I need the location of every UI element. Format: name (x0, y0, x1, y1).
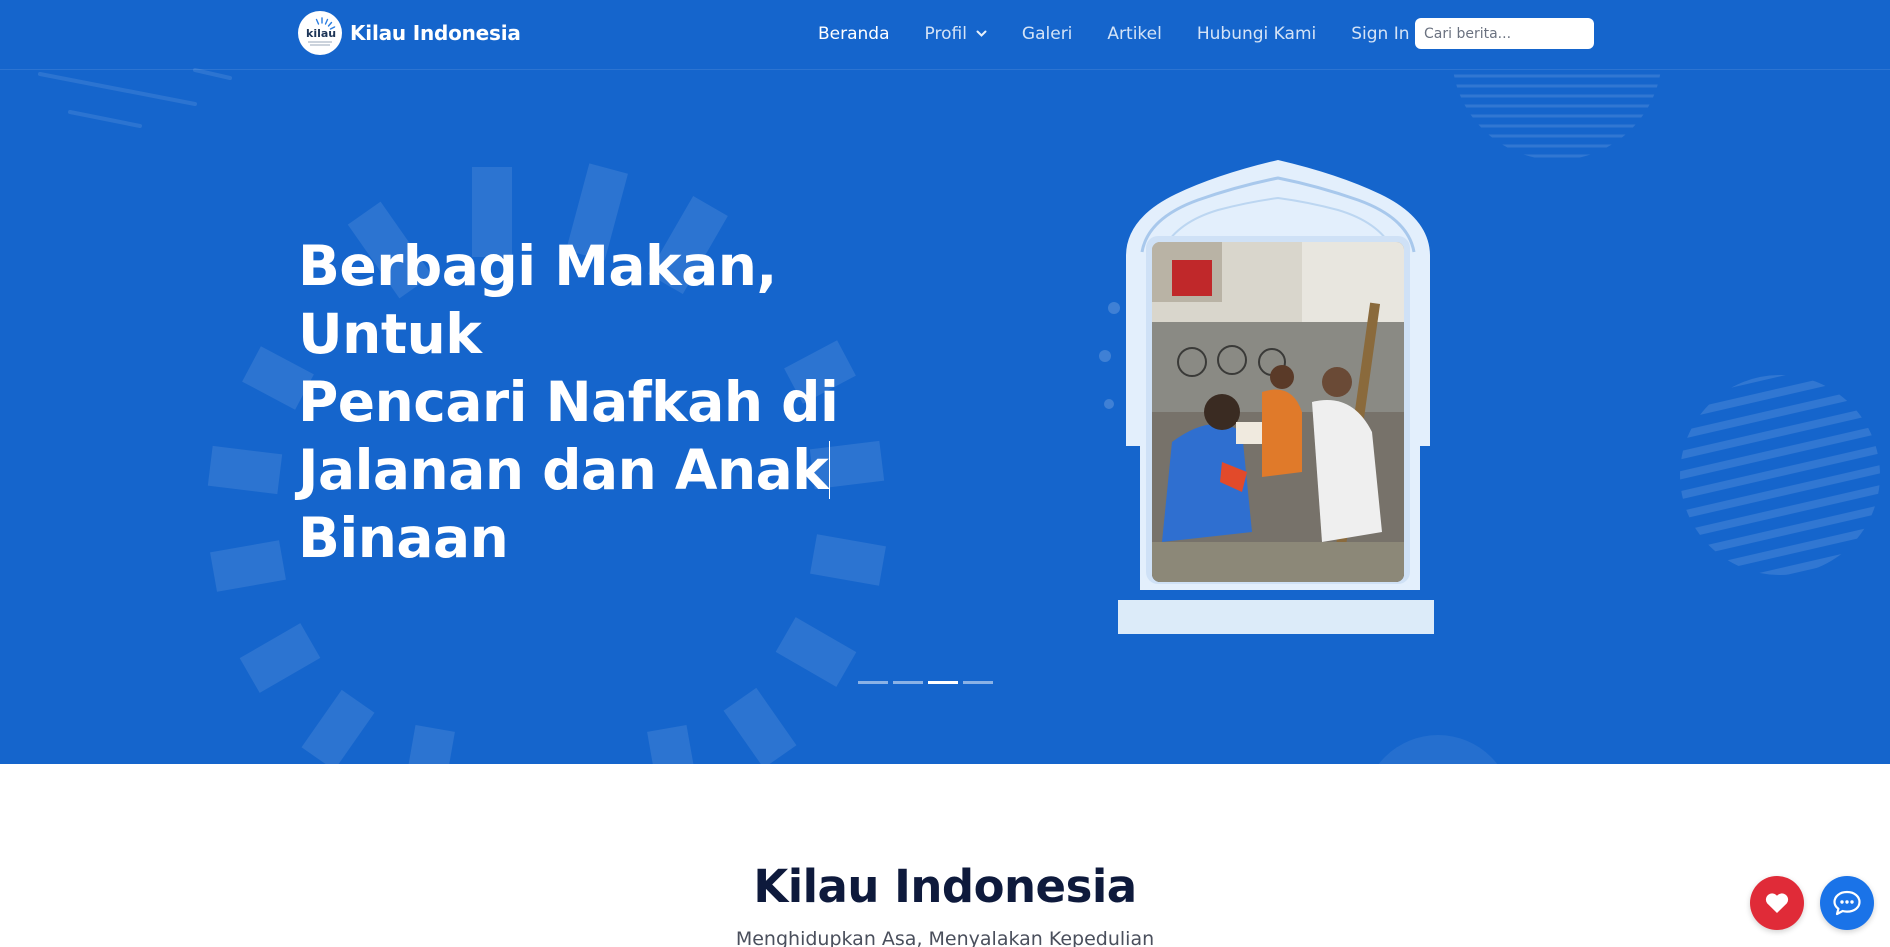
nav-galeri-label: Galeri (1021, 24, 1073, 44)
hero-background-decoration (38, 68, 1880, 764)
chat-bubble-icon (1833, 890, 1861, 916)
hero-title-line: Binaan (298, 506, 509, 570)
main-nav: Beranda Profil Galeri Artikel Hubungi Ka… (818, 0, 1445, 68)
nav-sign-in-label: Sign In (1351, 24, 1410, 44)
carousel-indicator-3[interactable] (928, 681, 958, 684)
nav-hubungi-kami-label: Hubungi Kami (1196, 24, 1317, 44)
nav-artikel[interactable]: Artikel (1107, 24, 1161, 44)
carousel-indicators (858, 681, 998, 684)
donate-button[interactable] (1750, 876, 1804, 930)
search-input[interactable] (1415, 18, 1594, 49)
nav-galeri[interactable]: Galeri (1022, 24, 1073, 44)
kilau-logo-icon: kilau (306, 17, 336, 46)
brand-name: Kilau Indonesia (350, 21, 521, 45)
svg-text:kilau: kilau (306, 27, 336, 40)
about-subtitle: Menghidupkan Asa, Menyalakan Kepedulian (735, 928, 1155, 947)
heart-icon (1765, 893, 1789, 913)
about-title: Kilau Indonesia (753, 860, 1137, 913)
typing-cursor (829, 441, 831, 499)
hero-title: Berbagi Makan, Untuk Pencari Nafkah di J… (298, 232, 938, 572)
hero-image-frame (1118, 156, 1438, 636)
hero-photo (1152, 242, 1404, 582)
hero-title-line: Jalanan dan Anak (298, 438, 829, 502)
nav-beranda-label: Beranda (818, 24, 890, 44)
carousel-indicator-2[interactable] (893, 681, 923, 684)
nav-profil-dropdown[interactable]: Profil (925, 24, 987, 44)
chevron-down-icon (976, 30, 987, 38)
volunteer-photo-illustration (1152, 242, 1404, 582)
chat-button[interactable] (1820, 876, 1874, 930)
carousel-indicator-1[interactable] (858, 681, 888, 684)
nav-profil-label: Profil (924, 24, 967, 44)
hero-title-line: Berbagi Makan, Untuk (298, 234, 777, 366)
nav-sign-in[interactable]: Sign In (1351, 24, 1409, 44)
nav-artikel-label: Artikel (1107, 24, 1162, 44)
navbar: kilau Kilau Indonesia Beranda Profil Gal… (0, 0, 1890, 70)
hero-title-line: Pencari Nafkah di (298, 370, 839, 434)
nav-hubungi-kami[interactable]: Hubungi Kami (1197, 24, 1316, 44)
brand-link[interactable]: kilau Kilau Indonesia (298, 11, 521, 55)
carousel-indicator-4[interactable] (963, 681, 993, 684)
brand-logo: kilau (298, 11, 342, 55)
hero-section: kilau Kilau Indonesia Beranda Profil Gal… (0, 0, 1890, 764)
about-section: Kilau Indonesia Menghidupkan Asa, Menyal… (0, 764, 1890, 947)
nav-beranda[interactable]: Beranda (818, 24, 890, 44)
